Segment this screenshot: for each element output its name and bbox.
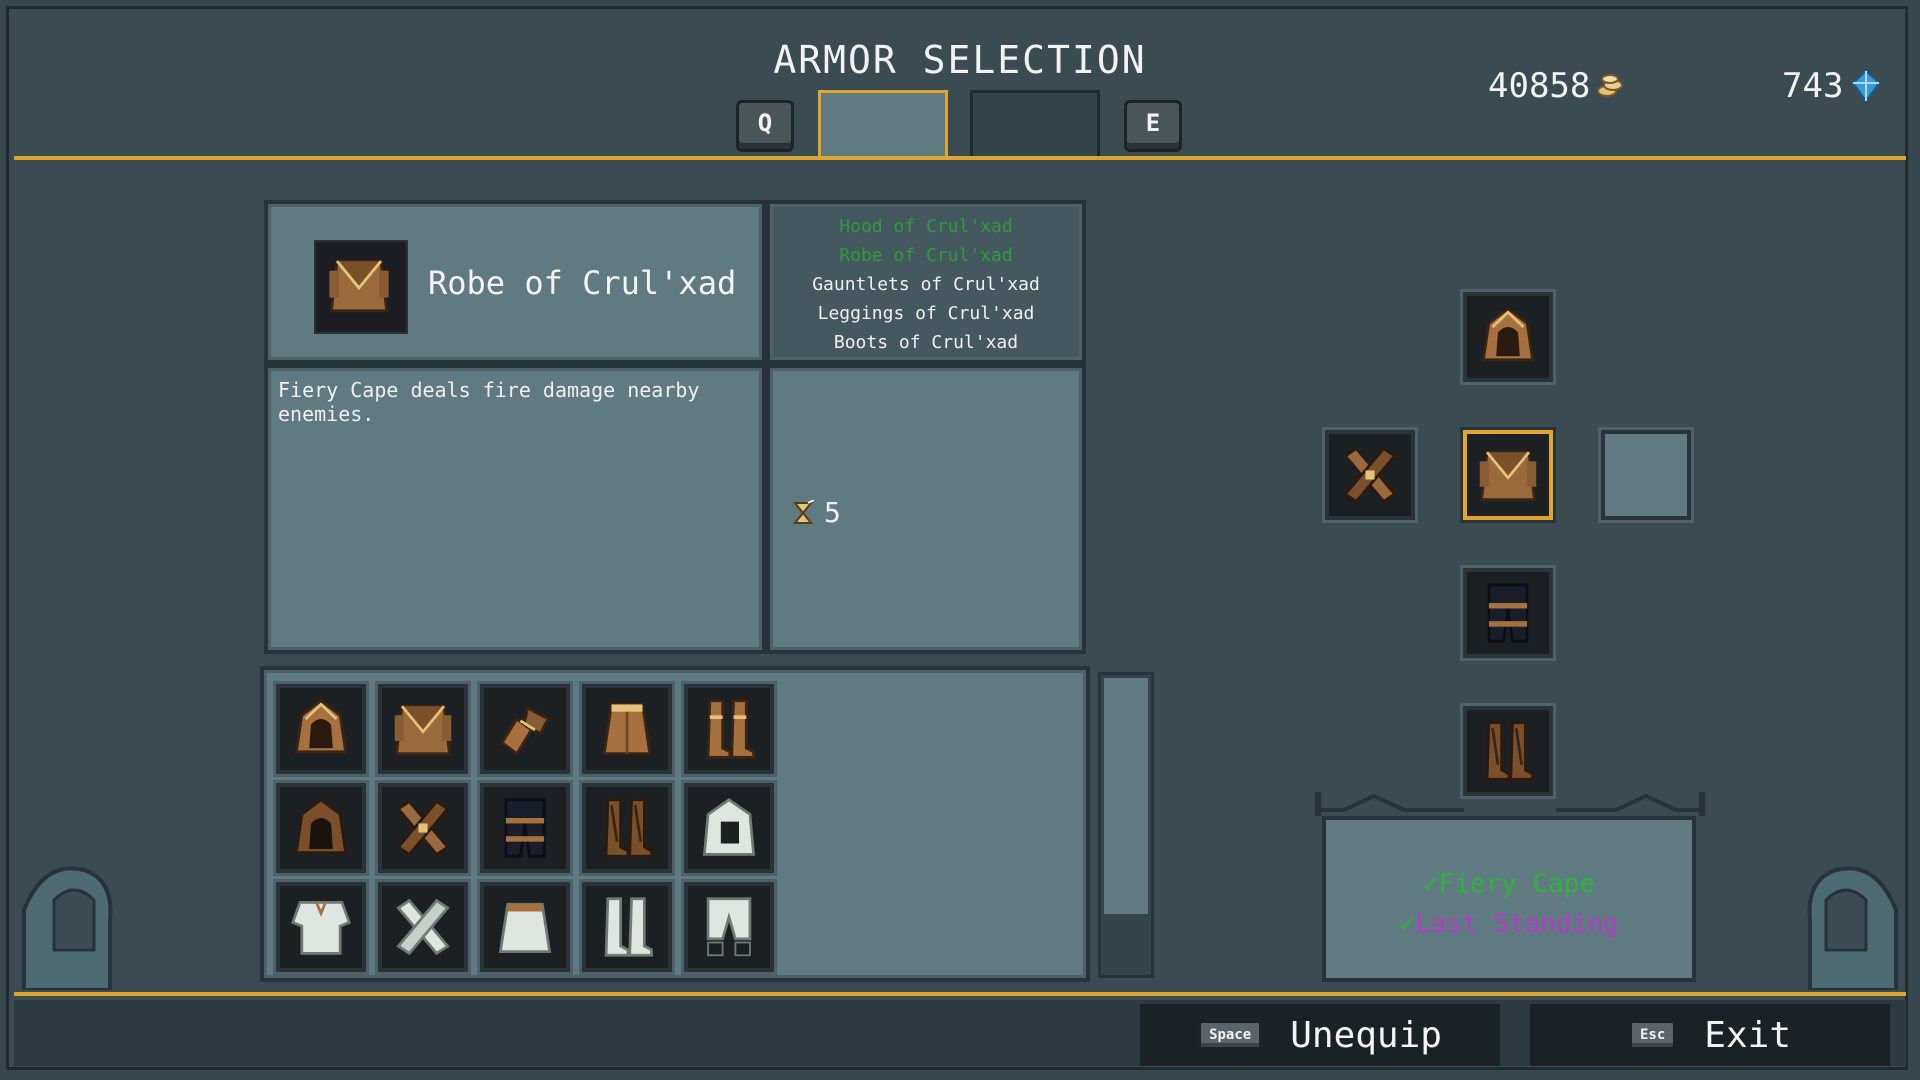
gold-amount: 40858: [1488, 66, 1591, 106]
inventory-slot[interactable]: [276, 783, 366, 873]
item-description: Fiery Cape deals fire damage nearby enem…: [278, 378, 700, 426]
inventory-slot[interactable]: [378, 783, 468, 873]
gloves-icon: [1344, 447, 1396, 503]
tab-armor-set-1[interactable]: [818, 90, 948, 156]
ornament-frame: [1315, 792, 1705, 816]
space-key-icon: Space: [1198, 1020, 1263, 1050]
inventory-slot[interactable]: [684, 783, 774, 873]
perk-label: Last Standing: [1415, 909, 1619, 939]
set-piece-boots: Boots of Crul'xad: [833, 332, 1019, 353]
robe-brown-icon: [393, 704, 453, 755]
hood-icon: [1482, 307, 1534, 362]
inventory-slot[interactable]: [480, 684, 570, 774]
inventory-slot[interactable]: [582, 684, 672, 774]
cooldown-stat: 5: [790, 496, 841, 529]
item-description-panel: Fiery Cape deals fire damage nearby enem…: [264, 364, 766, 654]
set-piece-gauntlets: Gauntlets of Crul'xad: [812, 274, 1040, 295]
hood-dark-icon: [295, 798, 347, 854]
footer-divider: [14, 992, 1906, 996]
inventory-slot[interactable]: [378, 684, 468, 774]
inventory-slot[interactable]: [684, 882, 774, 972]
skirt-brown-icon: [602, 703, 652, 755]
boots-white-icon: [604, 897, 653, 957]
set-piece-hood: Hood of Crul'xad: [839, 216, 1013, 237]
gem-counter: 743: [1782, 66, 1883, 106]
robe-icon: [327, 259, 391, 313]
item-header-panel: Robe of Crul'xad: [264, 200, 766, 364]
set-piece-leggings: Leggings of Crul'xad: [817, 303, 1035, 324]
exit-button[interactable]: Esc Exit: [1530, 1004, 1890, 1066]
set-bonus-panel: ✓Fiery Cape ✓Last Standing: [1322, 816, 1696, 982]
coins-icon: [1597, 74, 1624, 97]
equip-slot-trinket[interactable]: [1601, 430, 1691, 520]
gem-amount: 743: [1782, 66, 1844, 106]
gloves-crossed-brown-icon: [397, 800, 449, 856]
boots-brown-icon: [706, 699, 755, 759]
gauntlet-brown-icon: [500, 706, 550, 755]
check-icon: ✓: [1422, 869, 1439, 899]
inventory-slot[interactable]: [480, 783, 570, 873]
prev-tab-key-button[interactable]: Q: [736, 100, 794, 152]
selected-item-icon: [314, 240, 408, 334]
leggings-dark-icon: [504, 798, 546, 858]
cooldown-value: 5: [824, 496, 841, 529]
tab-armor-set-2[interactable]: [970, 90, 1100, 156]
page-title: ARMOR SELECTION: [773, 38, 1147, 82]
next-tab-key-button[interactable]: E: [1124, 100, 1182, 152]
inventory-slot[interactable]: [582, 882, 672, 972]
gold-counter: 40858: [1488, 66, 1626, 106]
perk-label: Fiery Cape: [1438, 869, 1596, 899]
equip-slot-head[interactable]: [1463, 292, 1553, 382]
inventory-scrollbar[interactable]: [1098, 672, 1154, 978]
set-pieces-list: Hood of Crul'xad Robe of Crul'xad Gauntl…: [770, 212, 1082, 357]
equip-slot-hands[interactable]: [1325, 430, 1415, 520]
hood-white-icon: [703, 798, 755, 856]
perk-fiery-cape: ✓Fiery Cape: [1326, 864, 1692, 904]
header-divider: [14, 156, 1906, 160]
inventory-slot[interactable]: [480, 882, 570, 972]
statue-left-icon: [22, 866, 113, 990]
item-stats-panel: 5: [766, 364, 1086, 654]
inventory-slot[interactable]: [276, 684, 366, 774]
boots-dark-icon: [604, 798, 653, 858]
unequip-label: Unequip: [1290, 1014, 1442, 1056]
skirt-white-icon: [499, 902, 551, 953]
item-name: Robe of Crul'xad: [428, 264, 737, 302]
perk-last-standing: ✓Last Standing: [1326, 904, 1692, 944]
esc-key-icon: Esc: [1629, 1020, 1677, 1050]
exit-label: Exit: [1704, 1014, 1791, 1056]
inventory-slot[interactable]: [684, 684, 774, 774]
crystal-icon: [1852, 69, 1881, 103]
inventory-slot[interactable]: [276, 882, 366, 972]
inventory-slot[interactable]: [378, 882, 468, 972]
equip-slot-body[interactable]: [1463, 430, 1553, 520]
gloves-white-icon: [397, 899, 449, 955]
leggings-icon: [1487, 583, 1529, 643]
set-piece-robe: Robe of Crul'xad: [839, 245, 1013, 266]
scrollbar-thumb[interactable]: [1104, 678, 1148, 914]
shirt-white-icon: [291, 901, 351, 955]
check-icon: ✓: [1399, 909, 1416, 939]
set-pieces-panel: Hood of Crul'xad Robe of Crul'xad Gauntl…: [766, 200, 1086, 364]
unequip-button[interactable]: Space Unequip: [1140, 1004, 1500, 1066]
inventory-slot[interactable]: [582, 783, 672, 873]
pants-white-icon: [706, 897, 752, 957]
robe-icon: [1478, 450, 1538, 501]
equip-slot-legs[interactable]: [1463, 568, 1553, 658]
hood-brown-icon: [295, 699, 347, 754]
hourglass-icon: [792, 499, 815, 524]
statue-right-icon: [1807, 866, 1898, 990]
